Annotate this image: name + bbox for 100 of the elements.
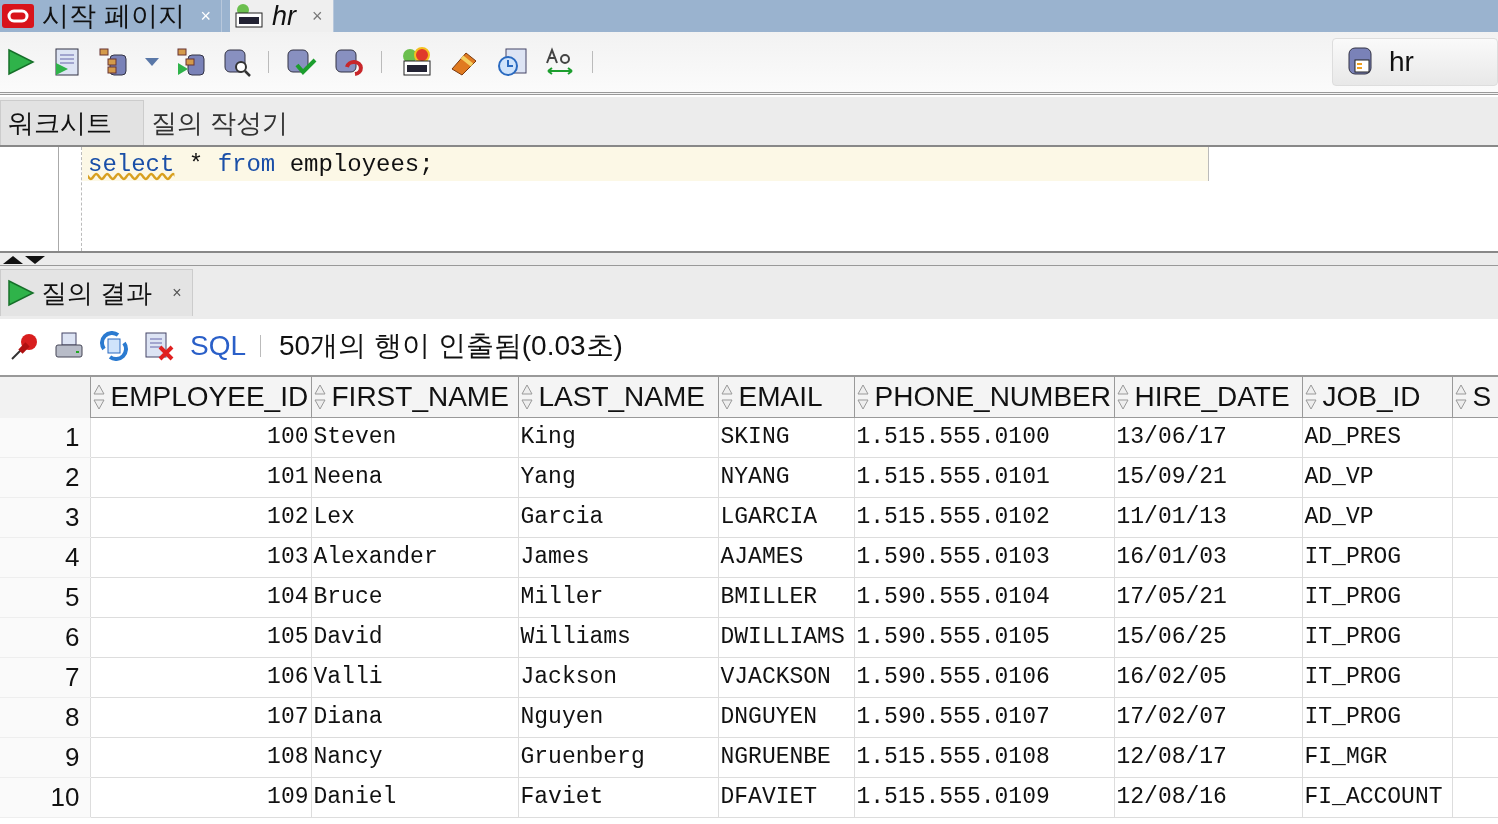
run-script-icon[interactable] [52, 47, 82, 77]
table-cell: LGARCIA [718, 497, 854, 537]
table-cell: 11/01/13 [1114, 497, 1302, 537]
table-cell: Neena [311, 457, 518, 497]
row-number: 2 [0, 457, 90, 497]
table-cell: Garcia [518, 497, 718, 537]
table-cell: 1.515.555.0102 [854, 497, 1114, 537]
refresh-icon[interactable] [98, 331, 130, 361]
table-cell: 104 [90, 577, 311, 617]
document-tab[interactable]: 시작 페이지 × [0, 0, 223, 32]
table-cell: BMILLER [718, 577, 854, 617]
table-cell: Lex [311, 497, 518, 537]
editor-tab[interactable]: 질의 작성기 [144, 101, 296, 145]
column-header[interactable]: LAST_NAME [518, 376, 718, 418]
table-cell: 1.590.555.0105 [854, 617, 1114, 657]
table-cell: 16/02/05 [1114, 657, 1302, 697]
table-cell: VJACKSON [718, 657, 854, 697]
table-cell: 1.590.555.0104 [854, 577, 1114, 617]
table-cell: Miller [518, 577, 718, 617]
table-cell: 107 [90, 697, 311, 737]
table-cell: 108 [90, 737, 311, 777]
table-cell: 100 [90, 417, 311, 457]
table-cell: FI_MGR [1302, 737, 1452, 777]
table-cell: 1.515.555.0101 [854, 457, 1114, 497]
rollback-icon[interactable] [333, 47, 365, 77]
column-header[interactable]: S [1452, 376, 1498, 418]
table-cell: IT_PROG [1302, 577, 1452, 617]
table-cell: 105 [90, 617, 311, 657]
table-cell: 16/01/03 [1114, 537, 1302, 577]
table-cell: 101 [90, 457, 311, 497]
status-text: 50개의 행이 인출됨(0.03초) [279, 329, 623, 363]
row-number: 1 [0, 417, 90, 457]
table-cell: Steven [311, 417, 518, 457]
table-cell: 17/02/07 [1114, 697, 1302, 737]
table-cell: King [518, 417, 718, 457]
table-cell: Daniel [311, 777, 518, 817]
autotrace-icon[interactable] [176, 47, 206, 77]
table-cell: NGRUENBE [718, 737, 854, 777]
row-number: 10 [0, 777, 90, 817]
row-number: 4 [0, 537, 90, 577]
column-header[interactable]: EMAIL [718, 376, 854, 418]
table-cell: 12/08/16 [1114, 777, 1302, 817]
results-tab[interactable]: 질의 결과 × [0, 269, 193, 316]
run-icon[interactable] [6, 47, 36, 77]
table-cell: SKING [718, 417, 854, 457]
print-icon[interactable] [54, 331, 84, 361]
editor-tab[interactable]: 워크시트 [0, 100, 144, 145]
table-cell: Nancy [311, 737, 518, 777]
row-number: 6 [0, 617, 90, 657]
document-tab[interactable]: hr × [230, 0, 334, 32]
history-icon[interactable] [496, 47, 528, 77]
column-header[interactable]: HIRE_DATE [1114, 376, 1302, 418]
table-cell: 1.515.555.0108 [854, 737, 1114, 777]
table-cell: AD_VP [1302, 497, 1452, 537]
row-number: 7 [0, 657, 90, 697]
close-button[interactable]: × [172, 284, 182, 302]
table-cell: Alexander [311, 537, 518, 577]
table-cell: Bruce [311, 577, 518, 617]
database-search-icon[interactable] [222, 47, 252, 77]
table-cell: AD_VP [1302, 457, 1452, 497]
table-cell: IT_PROG [1302, 617, 1452, 657]
connection-selector[interactable]: hr [1332, 38, 1498, 86]
dropdown-caret-icon[interactable] [144, 57, 160, 67]
table-cell: 15/09/21 [1114, 457, 1302, 497]
logo-icon [2, 4, 34, 28]
cancel-query-icon[interactable] [144, 331, 176, 361]
table-cell: IT_PROG [1302, 697, 1452, 737]
table-cell: Gruenberg [518, 737, 718, 777]
table-cell: 103 [90, 537, 311, 577]
table-cell: Williams [518, 617, 718, 657]
run-icon [7, 279, 35, 307]
table-cell: 1.515.555.0109 [854, 777, 1114, 817]
commit-icon[interactable] [285, 47, 317, 77]
table-cell: FI_ACCOUNT [1302, 777, 1452, 817]
table-cell: AJAMES [718, 537, 854, 577]
table-cell: 1.590.555.0103 [854, 537, 1114, 577]
sql-link[interactable]: SQL [190, 330, 247, 362]
sql-worksheet-icon [232, 3, 265, 29]
table-cell: Faviet [518, 777, 718, 817]
close-button[interactable]: × [312, 5, 323, 27]
row-number: 5 [0, 577, 90, 617]
explain-plan-icon[interactable] [98, 47, 128, 77]
column-header[interactable]: PHONE_NUMBER [854, 376, 1114, 418]
table-cell: AD_PRES [1302, 417, 1452, 457]
table-cell: DWILLIAMS [718, 617, 854, 657]
table-cell: 102 [90, 497, 311, 537]
table-cell: 12/08/17 [1114, 737, 1302, 777]
column-header[interactable]: FIRST_NAME [311, 376, 518, 418]
row-number: 3 [0, 497, 90, 537]
table-cell: 1.590.555.0107 [854, 697, 1114, 737]
table-cell: Diana [311, 697, 518, 737]
table-cell: Yang [518, 457, 718, 497]
table-cell: David [311, 617, 518, 657]
table-cell: 1.515.555.0100 [854, 417, 1114, 457]
column-header[interactable]: EMPLOYEE_ID [90, 376, 311, 418]
table-cell: Nguyen [518, 697, 718, 737]
table-cell: IT_PROG [1302, 657, 1452, 697]
pin-icon[interactable] [10, 331, 40, 361]
column-header[interactable]: JOB_ID [1302, 376, 1452, 418]
table-cell: 13/06/17 [1114, 417, 1302, 457]
